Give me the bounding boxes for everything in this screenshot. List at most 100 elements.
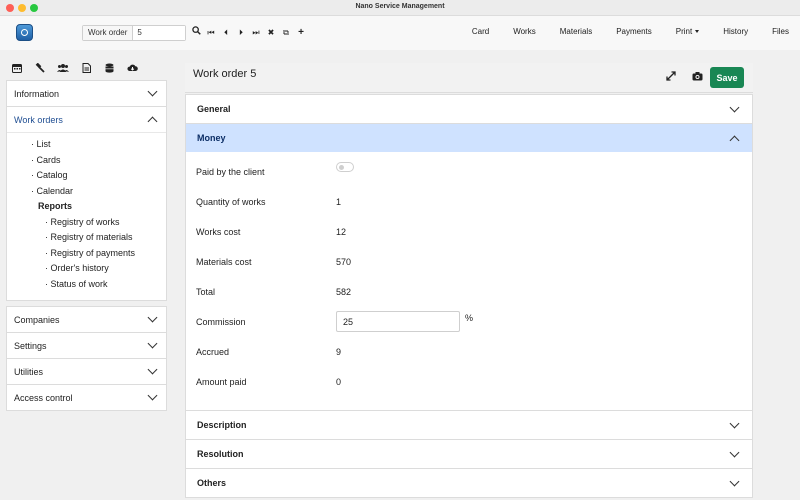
section-header-resolution[interactable]: Resolution [186,440,752,468]
expand-icon[interactable] [665,71,677,83]
search-icon[interactable] [190,26,202,40]
sidebar-item-registry-of-payments[interactable]: · Registry of payments [45,246,166,262]
sidebar-item-registry-of-works[interactable]: · Registry of works [45,215,166,231]
section-header-money[interactable]: Money [186,124,752,152]
hammer-icon[interactable] [34,62,46,75]
sidebar-section-access-control: Access control [6,384,167,411]
sidebar-item-list[interactable]: · List [31,137,166,153]
last-record-icon[interactable]: ⏭ [250,26,262,40]
window-title: Nano Service Management [355,3,445,10]
section-header-general[interactable]: General [186,95,752,123]
accrued-value: 9 [336,347,342,357]
database-icon[interactable] [103,63,115,75]
copy-icon[interactable]: ⧉ [280,26,292,40]
sidebar-header-access-control[interactable]: Access control [7,385,166,410]
menu-card[interactable]: Card [472,27,489,36]
chevron-down-icon [729,476,740,486]
sidebar-section-settings: Settings [6,332,167,359]
sidebar-header-information[interactable]: Information [7,81,166,106]
prev-record-icon[interactable]: ⏴ [220,26,232,40]
users-icon[interactable] [57,63,69,75]
section-money: Money [185,123,753,411]
sidebar-header-utilities[interactable]: Utilities [7,359,166,384]
section-others: Others [185,468,753,498]
work-order-input[interactable] [133,26,186,40]
chevron-down-icon [729,447,740,457]
paid-by-client-toggle[interactable] [336,162,354,172]
menu-works[interactable]: Works [513,27,536,36]
sidebar-label: Settings [14,340,47,351]
quantity-of-works-value: 1 [336,197,342,207]
chevron-down-icon [147,312,158,323]
menu-print[interactable]: Print [676,27,700,36]
sidebar-label: Work orders [14,114,63,125]
section-label: Description [197,420,247,430]
caret-down-icon [695,30,700,34]
page-title: Work order 5 [193,68,257,80]
reports-heading: Reports [38,201,73,211]
next-record-icon[interactable]: ⏵ [235,26,247,40]
works-cost-label: Works cost [196,227,241,237]
section-general: General [185,94,753,124]
close-icon[interactable]: ✖ [265,26,277,40]
sidebar-item-status-of-work[interactable]: · Status of work [45,277,166,293]
chevron-up-icon [729,135,740,145]
camera-icon[interactable] [691,71,703,83]
sidebar-header-settings[interactable]: Settings [7,333,166,358]
sidebar-item-cards[interactable]: · Cards [31,153,166,169]
chevron-down-icon [729,418,740,428]
main-panel: Work order 5 Save General Money Paid by … [185,63,753,500]
section-label: Money [197,133,226,143]
section-resolution: Resolution [185,439,753,469]
menu-files[interactable]: Files [772,27,789,36]
work-order-label: Work order [83,26,134,40]
save-button[interactable]: Save [710,67,744,88]
chevron-down-icon [147,86,158,97]
document-icon[interactable] [80,63,92,75]
commission-label: Commission [196,317,246,327]
paid-by-client-label: Paid by the client [196,167,265,177]
section-header-others[interactable]: Others [186,469,752,497]
materials-cost-value: 570 [336,257,352,267]
record-nav: ⏮ ⏴ ⏵ ⏭ ✖ ⧉ + [190,26,307,40]
chevron-down-icon [729,102,740,112]
menu-history[interactable]: History [723,27,748,36]
section-header-description[interactable]: Description [186,411,752,439]
total-label: Total [196,287,216,297]
chevron-down-icon [147,390,158,401]
commission-input[interactable] [336,311,460,332]
chevron-up-icon [147,116,158,127]
plus-icon[interactable]: + [295,26,307,40]
sidebar: Information Work orders · List · Cards ·… [6,80,167,411]
sidebar-header-work-orders[interactable]: Work orders [7,107,166,132]
sidebar-section-information: Information [6,80,167,107]
sidebar-item-orders-history[interactable]: · Order's history [45,261,166,277]
section-description: Description [185,410,753,440]
work-order-search: Work order [82,25,187,41]
sidebar-item-catalog[interactable]: · Catalog [31,168,166,184]
sidebar-section-work-orders: Work orders · List · Cards · Catalog · C… [6,106,167,301]
sidebar-icon-bar [11,62,138,75]
title-bar: Nano Service Management [0,0,800,16]
app-logo[interactable] [16,24,33,41]
sidebar-item-registry-of-materials[interactable]: · Registry of materials [45,230,166,246]
total-value: 582 [336,287,352,297]
commission-unit: % [465,313,474,323]
quantity-of-works-label: Quantity of works [196,197,266,207]
works-cost-value: 12 [336,227,347,237]
sidebar-section-utilities: Utilities [6,358,167,385]
first-record-icon[interactable]: ⏮ [205,26,217,40]
sidebar-header-companies[interactable]: Companies [7,307,166,332]
section-label: Resolution [197,449,244,459]
chevron-down-icon [147,338,158,349]
amount-paid-label: Amount paid [196,377,247,387]
toolbar: Work order ⏮ ⏴ ⏵ ⏭ ✖ ⧉ + Card Works Mate… [0,16,800,50]
calendar-icon[interactable] [11,63,23,75]
sidebar-label: Access control [14,392,73,403]
menu-payments[interactable]: Payments [616,27,652,36]
menu-materials[interactable]: Materials [560,27,592,36]
sidebar-label: Information [14,88,60,99]
cloud-download-icon[interactable] [126,63,138,75]
sidebar-section-companies: Companies [6,306,167,333]
sidebar-item-calendar[interactable]: · Calendar [31,184,166,200]
